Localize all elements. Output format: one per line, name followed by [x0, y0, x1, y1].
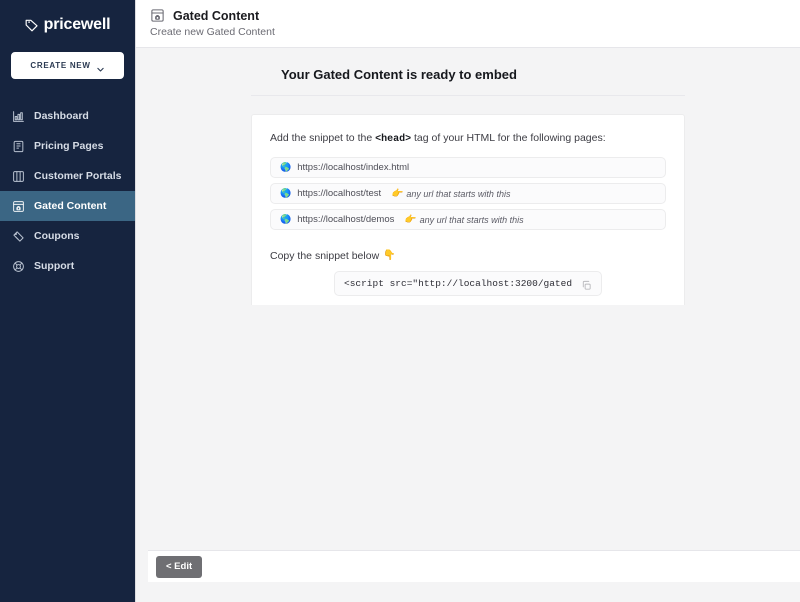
snippet-code: <script src="http://localhost:3200/gated…: [344, 278, 572, 289]
create-new-label: CREATE NEW: [30, 61, 91, 70]
gated-content-icon: [12, 200, 25, 213]
footer-spacer: [136, 305, 800, 550]
copy-snippet-label-text: Copy the snippet below: [270, 250, 380, 262]
content-scroll: Your Gated Content is ready to embed Add…: [136, 48, 800, 305]
sidebar-item-label: Gated Content: [34, 200, 107, 212]
footer-bar: < Edit: [148, 550, 800, 582]
sidebar-nav: Dashboard Pricing Pages Customer Portals: [0, 101, 135, 281]
url-note: 👉 any url that starts with this: [404, 215, 523, 225]
page-title: Your Gated Content is ready to embed: [251, 60, 685, 96]
copy-snippet-label: Copy the snippet below 👇: [270, 250, 666, 262]
chart-bar-icon: [12, 110, 25, 123]
url-note-text: any url that starts with this: [406, 188, 511, 199]
app-root: pricewell CREATE NEW Dashboard Pricing P…: [0, 0, 800, 602]
pointing-right-hand-icon: 👉: [391, 188, 403, 198]
main-area: Gated Content Create new Gated Content Y…: [135, 0, 800, 602]
tip-block: Tip If you know the email address of you…: [270, 296, 666, 305]
list-item[interactable]: 🌎 https://localhost/test 👉 any url that …: [270, 183, 666, 204]
create-new-button[interactable]: CREATE NEW: [11, 52, 124, 79]
topbar-title-row: Gated Content: [150, 8, 800, 23]
price-tag-icon: [25, 18, 39, 32]
snippet-copy-box[interactable]: <script src="http://localhost:3200/gated…: [334, 271, 602, 296]
url-text: https://localhost/test: [297, 188, 382, 199]
url-text: https://localhost/demos: [297, 214, 395, 225]
snippet-wrap: <script src="http://localhost:3200/gated…: [270, 271, 666, 296]
pointing-down-hand-icon: 👇: [383, 250, 396, 261]
globe-icon: 🌎: [280, 162, 292, 172]
sidebar: pricewell CREATE NEW Dashboard Pricing P…: [0, 0, 135, 602]
url-text: https://localhost/index.html: [297, 162, 410, 173]
head-tag-code: <head>: [375, 134, 412, 145]
pointing-right-hand-icon: 👉: [404, 214, 416, 224]
portal-window-icon: [12, 170, 25, 183]
coupon-ticket-icon: [12, 230, 25, 243]
sidebar-item-dashboard[interactable]: Dashboard: [0, 101, 135, 131]
page-header-subtitle: Create new Gated Content: [150, 26, 275, 38]
brand-name: pricewell: [43, 16, 111, 33]
url-list: 🌎 https://localhost/index.html 🌎 https:/…: [270, 157, 666, 230]
url-note: 👉 any url that starts with this: [391, 189, 510, 199]
sidebar-item-support[interactable]: Support: [0, 251, 135, 281]
page-header-title: Gated Content: [173, 8, 260, 23]
list-item[interactable]: 🌎 https://localhost/demos 👉 any url that…: [270, 209, 666, 230]
brand-logo[interactable]: pricewell: [0, 10, 135, 40]
edit-button[interactable]: < Edit: [156, 555, 203, 578]
sidebar-item-pricing-pages[interactable]: Pricing Pages: [0, 131, 135, 161]
chevron-down-icon: [96, 61, 105, 72]
sidebar-item-label: Pricing Pages: [34, 140, 104, 152]
lead-after: tag of your HTML for the following pages…: [411, 132, 606, 144]
lead-before: Add the snippet to the: [270, 132, 376, 144]
globe-icon: 🌎: [280, 214, 292, 224]
sidebar-item-coupons[interactable]: Coupons: [0, 221, 135, 251]
sidebar-item-label: Coupons: [34, 230, 80, 242]
copy-icon[interactable]: [581, 278, 592, 290]
sidebar-item-label: Customer Portals: [34, 170, 122, 182]
url-note-text: any url that starts with this: [419, 214, 524, 225]
document-price-icon: [12, 140, 25, 153]
embed-instructions: Add the snippet to the <head> tag of you…: [270, 132, 666, 145]
sidebar-item-label: Dashboard: [34, 110, 89, 122]
list-item[interactable]: 🌎 https://localhost/index.html: [270, 157, 666, 178]
content-inner: Your Gated Content is ready to embed Add…: [136, 60, 800, 305]
sidebar-item-gated-content[interactable]: Gated Content: [0, 191, 135, 221]
gated-content-icon: [150, 8, 165, 23]
sidebar-item-label: Support: [34, 260, 75, 272]
sidebar-item-customer-portals[interactable]: Customer Portals: [0, 161, 135, 191]
lifebuoy-icon: [12, 260, 25, 273]
globe-icon: 🌎: [280, 188, 292, 198]
embed-card: Add the snippet to the <head> tag of you…: [251, 114, 685, 305]
topbar: Gated Content Create new Gated Content: [136, 0, 800, 48]
